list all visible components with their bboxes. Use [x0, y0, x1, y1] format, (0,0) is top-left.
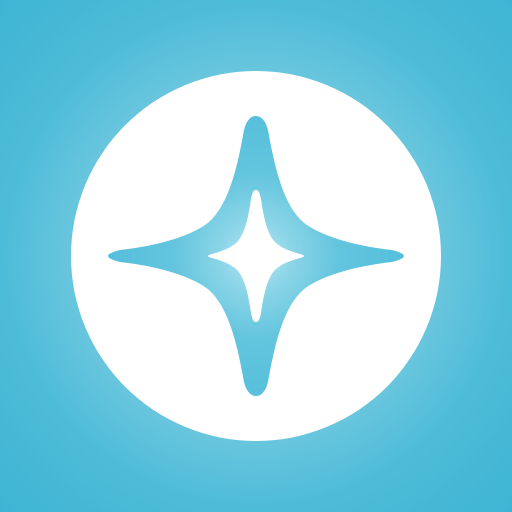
app-icon [0, 0, 512, 512]
sparkle-logo-icon [71, 71, 441, 441]
